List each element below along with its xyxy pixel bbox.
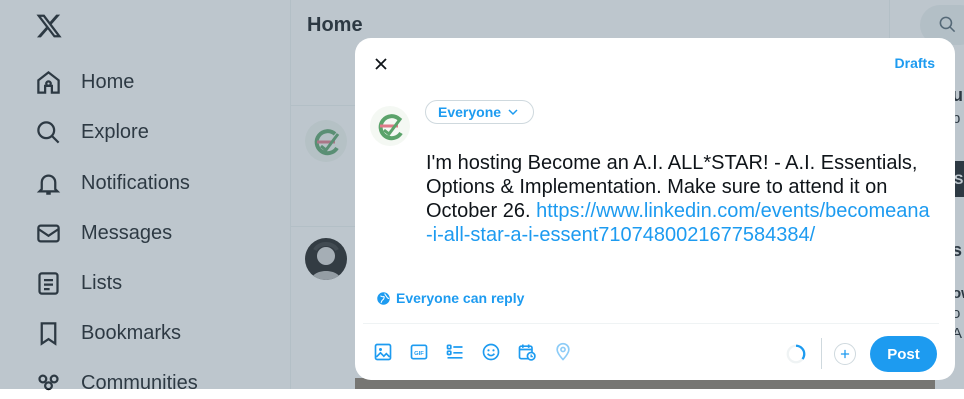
schedule-button[interactable] (517, 342, 537, 362)
media-button[interactable] (373, 342, 393, 362)
poll-icon (446, 344, 463, 359)
post-button[interactable]: Post (870, 336, 937, 372)
drafts-button[interactable]: Drafts (895, 55, 935, 71)
svg-text:GIF: GIF (414, 351, 424, 357)
character-count-ring-icon (786, 344, 806, 364)
location-button[interactable] (553, 342, 573, 362)
audience-selector[interactable]: Everyone (425, 100, 535, 124)
schedule-icon (518, 344, 536, 361)
add-post-button[interactable] (834, 343, 856, 365)
emoji-icon (482, 343, 500, 361)
gif-button[interactable]: GIF (409, 342, 429, 362)
poll-button[interactable] (445, 342, 465, 362)
brand-logo-icon (378, 114, 403, 141)
media-icon (374, 343, 392, 361)
location-icon (556, 342, 570, 361)
chevron-down-icon (508, 109, 518, 116)
emoji-button[interactable] (481, 342, 501, 362)
compose-modal: Drafts Everyone I'm hosting Become an A.… (355, 38, 955, 380)
divider (363, 323, 939, 324)
close-icon (375, 58, 387, 70)
globe-icon (377, 291, 390, 305)
gif-icon: GIF (410, 344, 428, 360)
plus-icon (840, 349, 850, 359)
compose-textarea[interactable]: I'm hosting Become an A.I. ALL*STAR! - A… (426, 151, 936, 247)
reply-setting-button[interactable]: Everyone can reply (376, 290, 524, 306)
close-button[interactable] (365, 48, 397, 80)
reply-setting-label: Everyone can reply (396, 290, 525, 306)
compose-toolbar: GIF (373, 342, 589, 362)
avatar[interactable] (370, 106, 410, 146)
audience-label: Everyone (438, 104, 502, 120)
divider (821, 338, 822, 369)
